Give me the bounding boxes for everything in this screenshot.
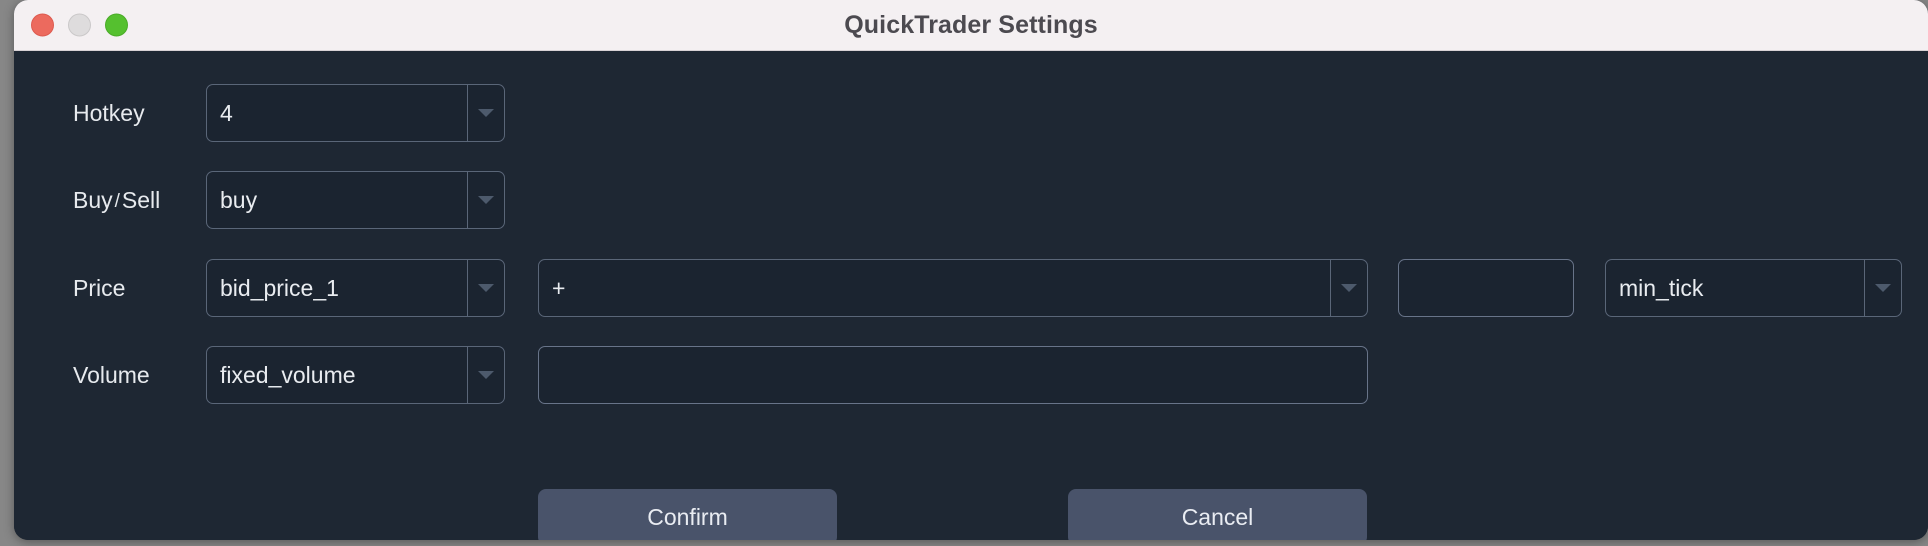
settings-window: QuickTrader Settings Hotkey 4 Buy/Sell b…: [14, 0, 1928, 540]
price-offset-value: [1399, 260, 1573, 316]
price-source-dropdown-toggle[interactable]: [467, 260, 504, 316]
window-controls: [31, 13, 128, 37]
chevron-down-icon: [1875, 284, 1891, 292]
row-hotkey: Hotkey 4: [14, 83, 1928, 143]
window-title: QuickTrader Settings: [844, 10, 1098, 39]
buy-sell-label-separator: /: [114, 190, 120, 212]
chevron-down-icon: [478, 284, 494, 292]
chevron-down-icon: [478, 371, 494, 379]
maximize-button[interactable]: [105, 13, 128, 37]
volume-amount-value: [539, 347, 1367, 403]
action-buttons: Confirm Cancel: [14, 489, 1928, 540]
buy-sell-label-second: Sell: [121, 186, 161, 213]
volume-mode-value: fixed_volume: [220, 361, 356, 388]
price-label: Price: [73, 274, 126, 301]
settings-body: Hotkey 4 Buy/Sell buy Price bid_price_1 …: [14, 51, 1928, 540]
volume-mode-select[interactable]: fixed_volume: [206, 346, 505, 404]
price-source-value: bid_price_1: [220, 274, 339, 301]
price-operator-select[interactable]: +: [538, 259, 1368, 317]
hotkey-value: 4: [220, 99, 233, 126]
price-source-select[interactable]: bid_price_1: [206, 259, 505, 317]
buy-sell-value: buy: [220, 186, 258, 213]
title-bar: QuickTrader Settings: [14, 0, 1928, 51]
price-operator-value: +: [552, 274, 566, 301]
row-price: Price bid_price_1 + min_tick: [14, 258, 1928, 318]
buy-sell-label-first: Buy: [73, 186, 113, 213]
buy-sell-dropdown-toggle[interactable]: [467, 172, 504, 228]
chevron-down-icon: [478, 196, 494, 204]
price-offset-input[interactable]: [1398, 259, 1574, 317]
hotkey-select[interactable]: 4: [206, 84, 505, 142]
buy-sell-select[interactable]: buy: [206, 171, 505, 229]
volume-amount-input[interactable]: [538, 346, 1368, 404]
row-volume: Volume fixed_volume: [14, 345, 1928, 405]
hotkey-dropdown-toggle[interactable]: [467, 85, 504, 141]
confirm-button[interactable]: Confirm: [538, 489, 837, 540]
price-unit-value: min_tick: [1619, 274, 1704, 301]
cancel-button[interactable]: Cancel: [1068, 489, 1367, 540]
volume-mode-dropdown-toggle[interactable]: [467, 347, 504, 403]
chevron-down-icon: [1341, 284, 1357, 292]
price-unit-dropdown-toggle[interactable]: [1864, 260, 1901, 316]
buy-sell-label: Buy/Sell: [73, 187, 160, 214]
hotkey-label: Hotkey: [73, 99, 145, 126]
close-button[interactable]: [31, 13, 54, 37]
price-unit-select[interactable]: min_tick: [1605, 259, 1902, 317]
chevron-down-icon: [478, 109, 494, 117]
minimize-button[interactable]: [68, 13, 91, 37]
row-buy-sell: Buy/Sell buy: [14, 170, 1928, 230]
price-operator-dropdown-toggle[interactable]: [1330, 260, 1367, 316]
volume-label: Volume: [73, 361, 150, 388]
